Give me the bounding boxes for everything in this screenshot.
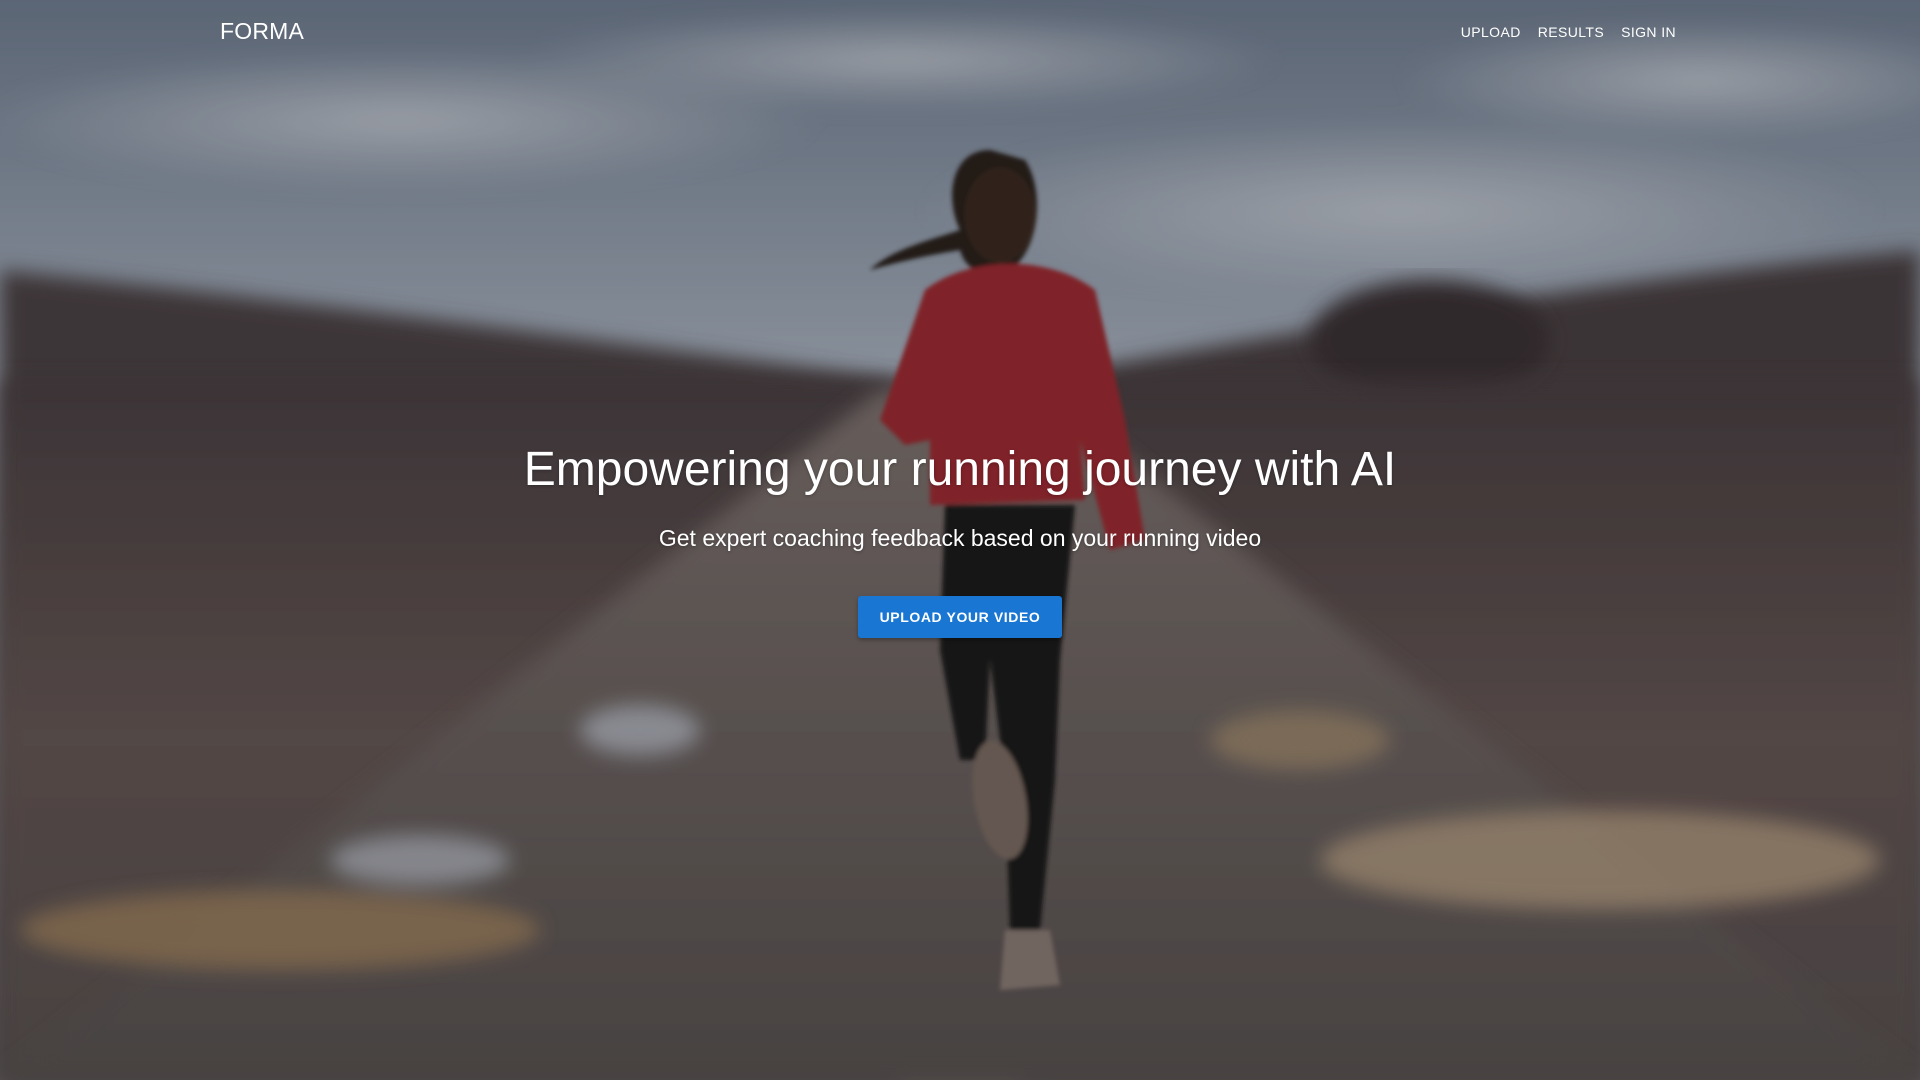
nav-upload-link[interactable]: UPLOAD xyxy=(1461,24,1521,40)
brand-logo[interactable]: FORMA xyxy=(220,18,304,45)
upload-video-button[interactable]: UPLOAD YOUR VIDEO xyxy=(857,596,1063,638)
nav-sign-in-link[interactable]: SIGN IN xyxy=(1621,24,1676,40)
nav-links: UPLOAD RESULTS SIGN IN xyxy=(1461,24,1676,40)
hero-headline: Empowering your running journey with AI xyxy=(523,443,1397,496)
top-navbar: FORMA UPLOAD RESULTS SIGN IN xyxy=(0,0,1920,64)
hero-content: Empowering your running journey with AI … xyxy=(0,438,1920,638)
hero-subheadline: Get expert coaching feedback based on yo… xyxy=(658,525,1262,551)
hero-section: FORMA UPLOAD RESULTS SIGN IN Empowering … xyxy=(0,0,1920,1080)
nav-results-link[interactable]: RESULTS xyxy=(1538,24,1604,40)
